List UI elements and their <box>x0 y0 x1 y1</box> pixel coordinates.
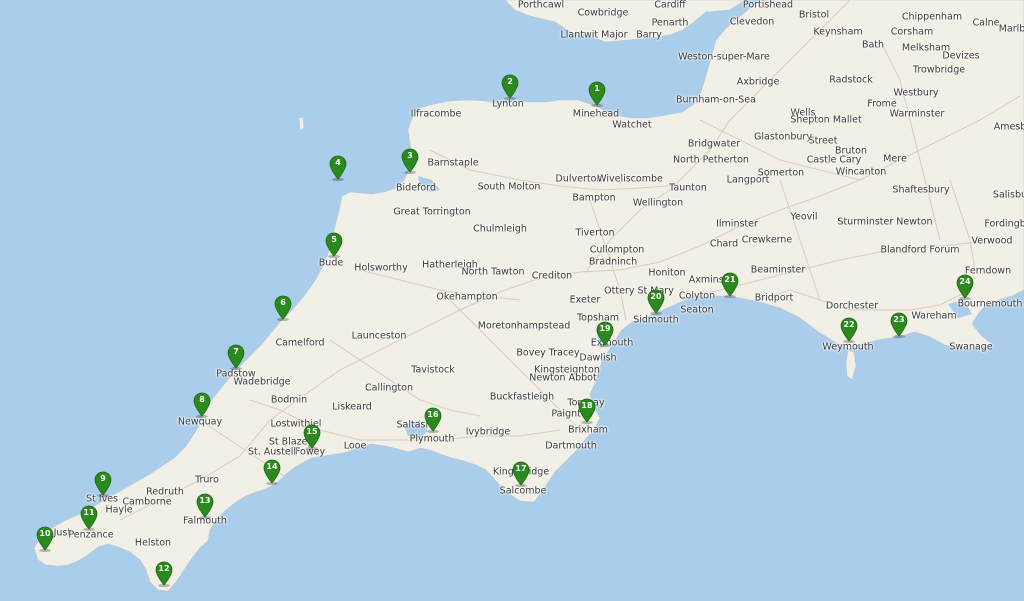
map-pin-marker[interactable]: 3 <box>401 148 419 174</box>
marker-number: 11 <box>83 508 95 517</box>
marker-number: 15 <box>306 427 318 436</box>
map-pin-marker[interactable]: 9 <box>94 471 112 497</box>
marker-number: 18 <box>581 401 593 410</box>
marker-number: 22 <box>843 320 855 329</box>
marker-number: 1 <box>594 84 600 93</box>
marker-number: 20 <box>650 292 662 301</box>
map-pin-marker[interactable]: 1 <box>588 81 606 107</box>
map-pin-marker[interactable]: 18 <box>578 398 596 424</box>
map-pin-marker[interactable]: 8 <box>193 392 211 418</box>
marker-number: 7 <box>233 347 239 356</box>
map-pin-marker[interactable]: 4 <box>329 155 347 181</box>
map-pin-marker[interactable]: 21 <box>721 272 739 298</box>
map-pin-marker[interactable]: 12 <box>155 561 173 587</box>
marker-number: 10 <box>39 529 51 538</box>
lundy <box>298 116 305 132</box>
map-pin-marker[interactable]: 5 <box>325 232 343 258</box>
marker-number: 12 <box>158 564 170 573</box>
marker-number: 14 <box>266 462 278 471</box>
map-pin-marker[interactable]: 23 <box>890 312 908 338</box>
map-pin-marker[interactable]: 10 <box>36 526 54 552</box>
marker-number: 13 <box>199 496 211 505</box>
marker-number: 16 <box>427 410 439 419</box>
map-pin-marker[interactable]: 15 <box>303 424 321 450</box>
marker-number: 23 <box>893 315 905 324</box>
map-pin-marker[interactable]: 16 <box>424 407 442 433</box>
map-pin-marker[interactable]: 19 <box>596 321 614 347</box>
wales-landmass <box>504 0 746 43</box>
map-pin-marker[interactable]: 13 <box>196 493 214 519</box>
portland <box>845 349 857 381</box>
map-pin-marker[interactable]: 20 <box>647 289 665 315</box>
england-landmass <box>33 0 1024 592</box>
marker-number: 5 <box>331 235 337 244</box>
marker-number: 3 <box>407 151 413 160</box>
marker-number: 6 <box>280 298 286 307</box>
marker-number: 2 <box>507 77 513 86</box>
map-pin-marker[interactable]: 11 <box>80 505 98 531</box>
map-pin-marker[interactable]: 17 <box>512 461 530 487</box>
map-pin-marker[interactable]: 24 <box>956 274 974 300</box>
map-pin-marker[interactable]: 22 <box>840 317 858 343</box>
marker-number: 9 <box>100 474 106 483</box>
map-pin-marker[interactable]: 7 <box>227 344 245 370</box>
marker-number: 19 <box>599 324 611 333</box>
map-view[interactable]: Porthcawl Cowbridge Cardiff Llantwit Major P… <box>0 0 1024 601</box>
marker-number: 8 <box>199 395 205 404</box>
marker-number: 4 <box>335 158 341 167</box>
map-pin-marker[interactable]: 14 <box>263 459 281 485</box>
map-pin-marker[interactable]: 6 <box>274 295 292 321</box>
marker-number: 24 <box>959 277 971 286</box>
map-pin-marker[interactable]: 2 <box>501 74 519 100</box>
marker-number: 21 <box>724 275 736 284</box>
marker-number: 17 <box>515 464 527 473</box>
